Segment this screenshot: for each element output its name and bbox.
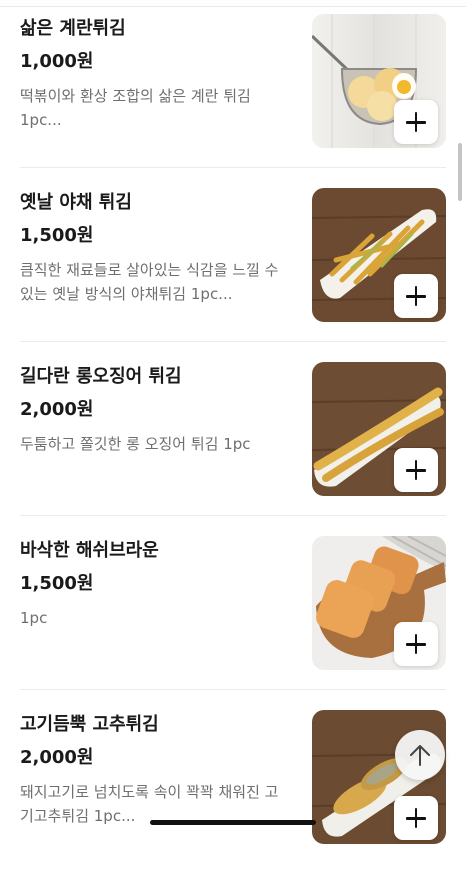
menu-item-description: 1pc (20, 609, 48, 627)
menu-item[interactable]: 고기듬뿍 고추튀김 2,000원 돼지고기로 넘치도록 속이 꽉꽉 채워진 고기… (0, 696, 466, 870)
scroll-to-top-button[interactable] (395, 730, 445, 780)
add-button[interactable] (394, 622, 438, 666)
home-indicator (150, 820, 316, 825)
menu-item-description: 떡볶이와 환상 조합의 삶은 계란 튀김 1pc... (20, 87, 251, 129)
menu-item[interactable]: 삶은 계란튀김 1,000원 떡볶이와 환상 조합의 삶은 계란 튀김 1pc.… (0, 0, 466, 174)
item-divider (20, 167, 446, 168)
menu-item-name: 길다란 롱오징어 튀김 (20, 366, 182, 387)
menu-item-price: 1,500원 (20, 573, 94, 594)
item-divider (20, 341, 446, 342)
menu-item-name: 고기듬뿍 고추튀김 (20, 714, 159, 735)
menu-item-description: 큼직한 재료들로 살아있는 식감을 느낄 수 있는 옛날 방식의 야채튀김 1p… (20, 261, 279, 303)
menu-item[interactable]: 길다란 롱오징어 튀김 2,000원 두툼하고 쫄깃한 롱 오징어 튀김 1pc (0, 348, 466, 522)
menu-item-price: 1,000원 (20, 51, 94, 72)
menu-item-description: 두툼하고 쫄깃한 롱 오징어 튀김 1pc (20, 435, 251, 453)
item-divider (20, 689, 446, 690)
menu-item-price: 1,500원 (20, 225, 94, 246)
menu-item-price: 2,000원 (20, 399, 94, 420)
add-button[interactable] (394, 100, 438, 144)
menu-item-name: 바삭한 해쉬브라운 (20, 540, 159, 561)
menu-item-name: 삶은 계란튀김 (20, 18, 126, 39)
menu-item-name: 옛날 야채 튀김 (20, 192, 132, 213)
add-button[interactable] (394, 796, 438, 840)
item-divider (20, 515, 446, 516)
menu-item-price: 2,000원 (20, 747, 94, 768)
add-button[interactable] (394, 448, 438, 492)
menu-item[interactable]: 바삭한 해쉬브라운 1,500원 1pc (0, 522, 466, 696)
add-button[interactable] (394, 274, 438, 318)
scrollbar[interactable] (458, 143, 462, 201)
arrow-up-icon (410, 745, 430, 766)
menu-item[interactable]: 옛날 야채 튀김 1,500원 큼직한 재료들로 살아있는 식감을 느낄 수 있… (0, 174, 466, 348)
